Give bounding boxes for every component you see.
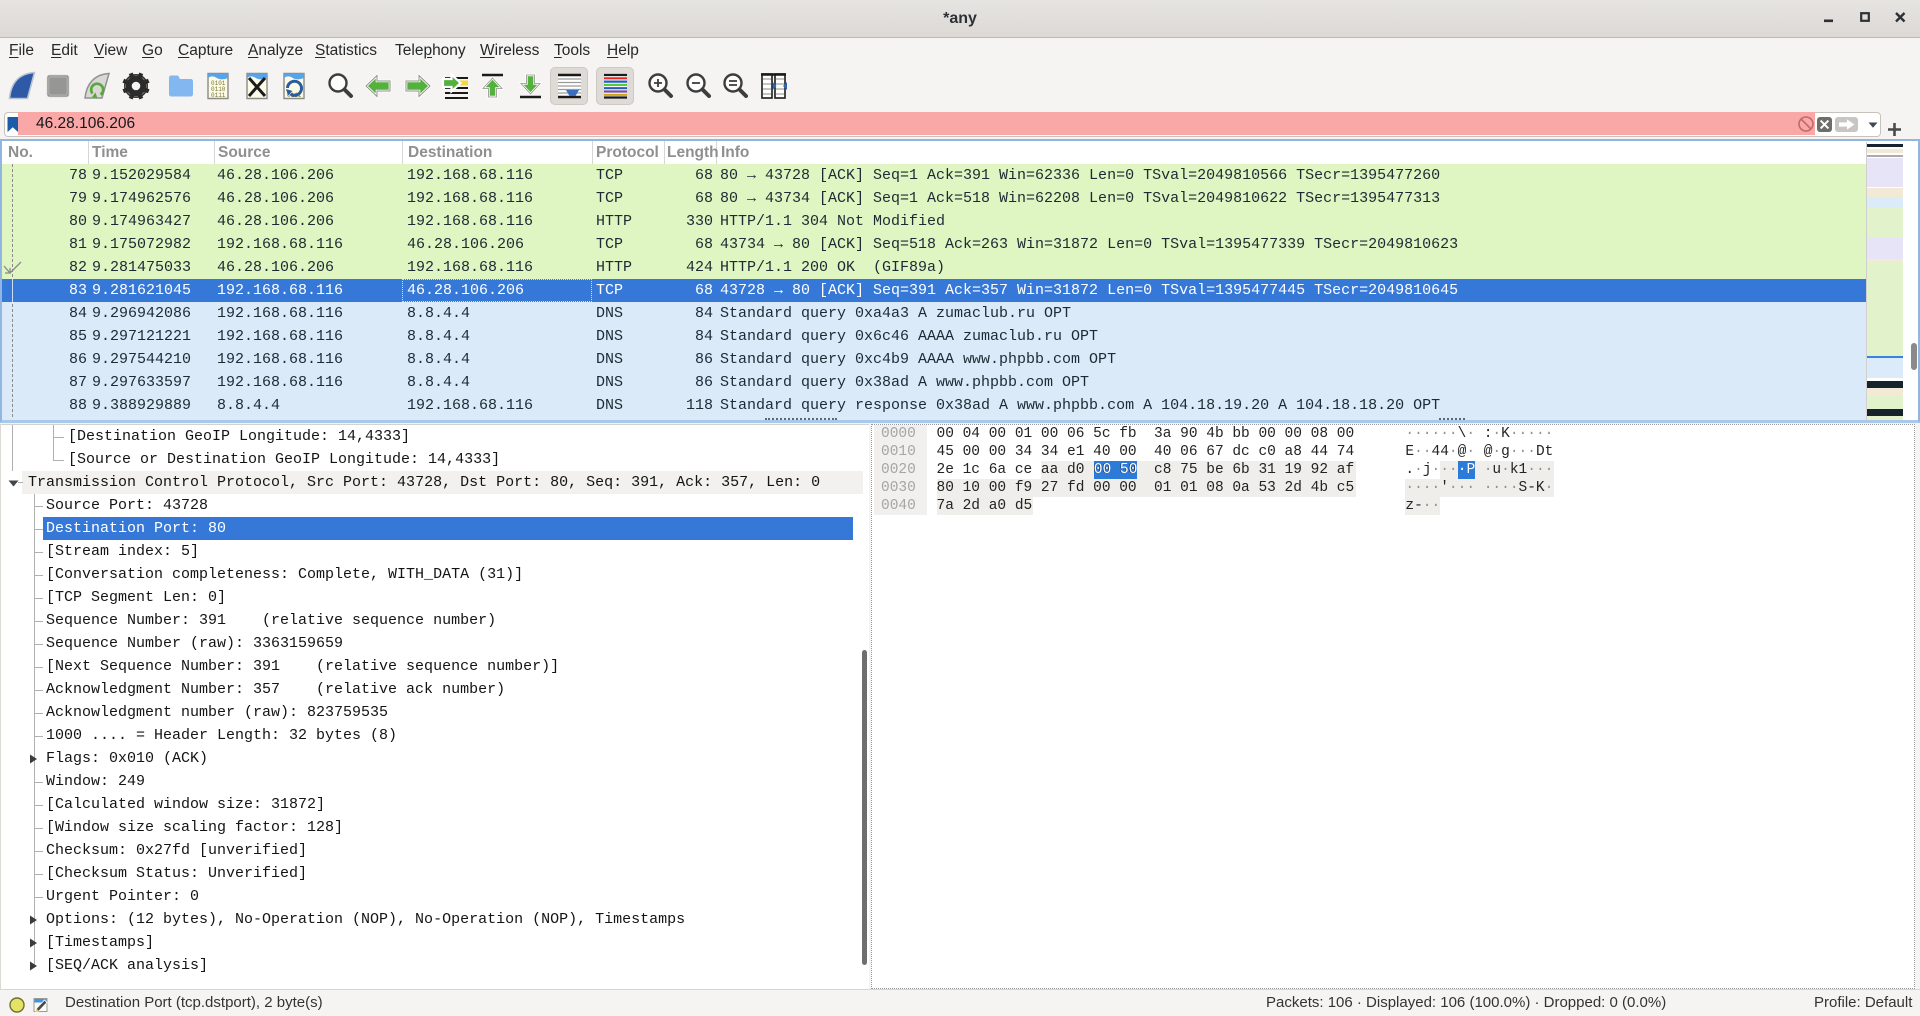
- svg-text:0111: 0111: [211, 92, 226, 99]
